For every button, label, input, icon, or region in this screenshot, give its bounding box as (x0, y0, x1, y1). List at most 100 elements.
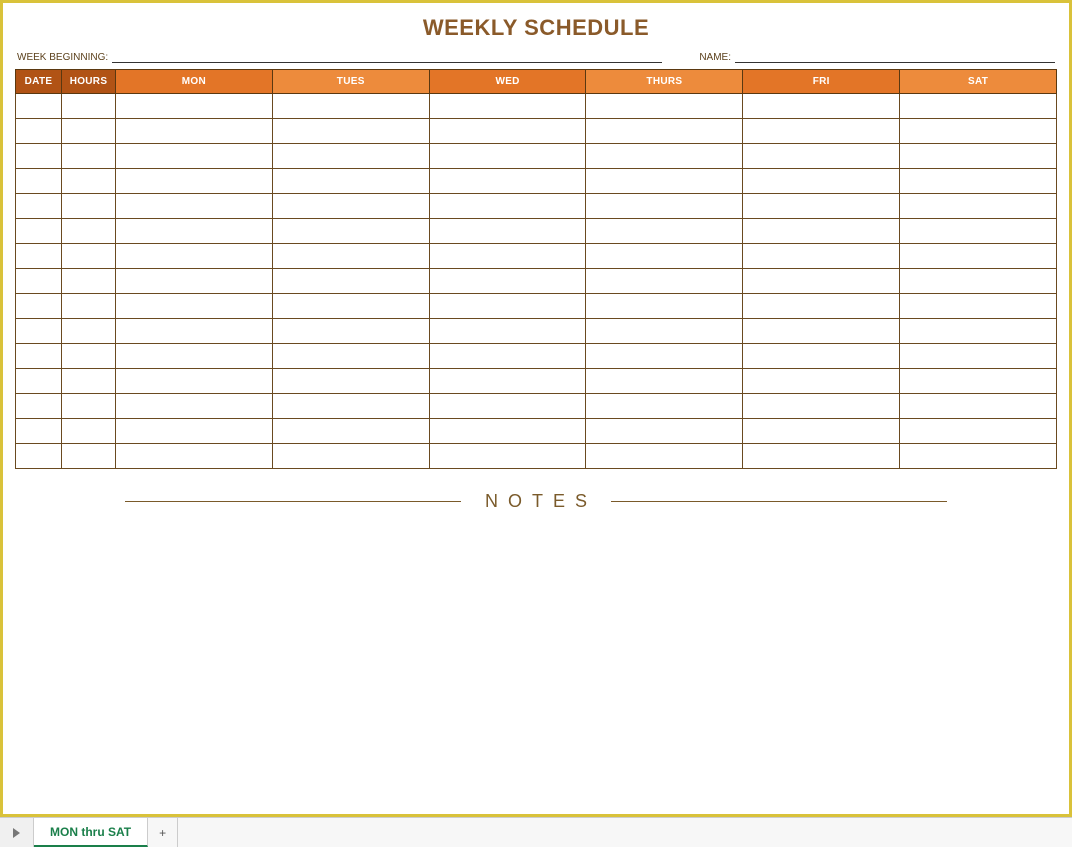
cell-hours[interactable] (62, 119, 116, 144)
cell-wed[interactable] (429, 419, 586, 444)
cell-date[interactable] (16, 169, 62, 194)
cell-sat[interactable] (900, 394, 1057, 419)
cell-mon[interactable] (116, 444, 273, 469)
cell-wed[interactable] (429, 269, 586, 294)
cell-thurs[interactable] (586, 244, 743, 269)
cell-mon[interactable] (116, 369, 273, 394)
cell-wed[interactable] (429, 144, 586, 169)
cell-sat[interactable] (900, 369, 1057, 394)
cell-mon[interactable] (116, 94, 273, 119)
cell-tues[interactable] (272, 169, 429, 194)
cell-hours[interactable] (62, 94, 116, 119)
cell-mon[interactable] (116, 344, 273, 369)
cell-mon[interactable] (116, 144, 273, 169)
cell-date[interactable] (16, 419, 62, 444)
cell-wed[interactable] (429, 219, 586, 244)
cell-date[interactable] (16, 144, 62, 169)
cell-tues[interactable] (272, 369, 429, 394)
cell-sat[interactable] (900, 119, 1057, 144)
cell-hours[interactable] (62, 444, 116, 469)
cell-hours[interactable] (62, 169, 116, 194)
cell-mon[interactable] (116, 319, 273, 344)
cell-wed[interactable] (429, 369, 586, 394)
cell-wed[interactable] (429, 344, 586, 369)
cell-hours[interactable] (62, 244, 116, 269)
sheet-nav-button[interactable] (0, 818, 34, 847)
cell-fri[interactable] (743, 219, 900, 244)
cell-mon[interactable] (116, 169, 273, 194)
cell-fri[interactable] (743, 194, 900, 219)
cell-tues[interactable] (272, 344, 429, 369)
cell-mon[interactable] (116, 419, 273, 444)
cell-hours[interactable] (62, 394, 116, 419)
cell-fri[interactable] (743, 294, 900, 319)
cell-mon[interactable] (116, 219, 273, 244)
cell-date[interactable] (16, 444, 62, 469)
cell-date[interactable] (16, 244, 62, 269)
cell-hours[interactable] (62, 344, 116, 369)
cell-sat[interactable] (900, 244, 1057, 269)
cell-date[interactable] (16, 394, 62, 419)
cell-wed[interactable] (429, 319, 586, 344)
cell-mon[interactable] (116, 394, 273, 419)
cell-sat[interactable] (900, 169, 1057, 194)
cell-sat[interactable] (900, 294, 1057, 319)
cell-tues[interactable] (272, 319, 429, 344)
cell-fri[interactable] (743, 394, 900, 419)
cell-hours[interactable] (62, 419, 116, 444)
cell-hours[interactable] (62, 194, 116, 219)
cell-tues[interactable] (272, 119, 429, 144)
cell-tues[interactable] (272, 269, 429, 294)
cell-wed[interactable] (429, 394, 586, 419)
cell-sat[interactable] (900, 219, 1057, 244)
cell-thurs[interactable] (586, 394, 743, 419)
cell-tues[interactable] (272, 144, 429, 169)
cell-fri[interactable] (743, 319, 900, 344)
cell-date[interactable] (16, 194, 62, 219)
cell-tues[interactable] (272, 394, 429, 419)
cell-wed[interactable] (429, 194, 586, 219)
cell-thurs[interactable] (586, 369, 743, 394)
cell-sat[interactable] (900, 94, 1057, 119)
cell-sat[interactable] (900, 269, 1057, 294)
cell-fri[interactable] (743, 94, 900, 119)
cell-thurs[interactable] (586, 119, 743, 144)
cell-mon[interactable] (116, 244, 273, 269)
cell-wed[interactable] (429, 294, 586, 319)
cell-fri[interactable] (743, 369, 900, 394)
cell-date[interactable] (16, 219, 62, 244)
cell-hours[interactable] (62, 319, 116, 344)
cell-thurs[interactable] (586, 294, 743, 319)
cell-mon[interactable] (116, 294, 273, 319)
cell-thurs[interactable] (586, 269, 743, 294)
cell-date[interactable] (16, 269, 62, 294)
cell-thurs[interactable] (586, 419, 743, 444)
cell-fri[interactable] (743, 244, 900, 269)
cell-date[interactable] (16, 319, 62, 344)
cell-tues[interactable] (272, 219, 429, 244)
cell-hours[interactable] (62, 269, 116, 294)
cell-fri[interactable] (743, 119, 900, 144)
cell-thurs[interactable] (586, 344, 743, 369)
cell-hours[interactable] (62, 219, 116, 244)
cell-fri[interactable] (743, 269, 900, 294)
cell-tues[interactable] (272, 244, 429, 269)
cell-date[interactable] (16, 294, 62, 319)
week-beginning-line[interactable] (112, 51, 662, 63)
cell-wed[interactable] (429, 444, 586, 469)
cell-wed[interactable] (429, 94, 586, 119)
cell-thurs[interactable] (586, 219, 743, 244)
cell-mon[interactable] (116, 119, 273, 144)
cell-date[interactable] (16, 369, 62, 394)
cell-sat[interactable] (900, 344, 1057, 369)
cell-tues[interactable] (272, 294, 429, 319)
cell-date[interactable] (16, 344, 62, 369)
cell-tues[interactable] (272, 94, 429, 119)
cell-thurs[interactable] (586, 194, 743, 219)
cell-thurs[interactable] (586, 144, 743, 169)
cell-wed[interactable] (429, 119, 586, 144)
cell-thurs[interactable] (586, 444, 743, 469)
cell-mon[interactable] (116, 194, 273, 219)
cell-fri[interactable] (743, 144, 900, 169)
cell-fri[interactable] (743, 344, 900, 369)
